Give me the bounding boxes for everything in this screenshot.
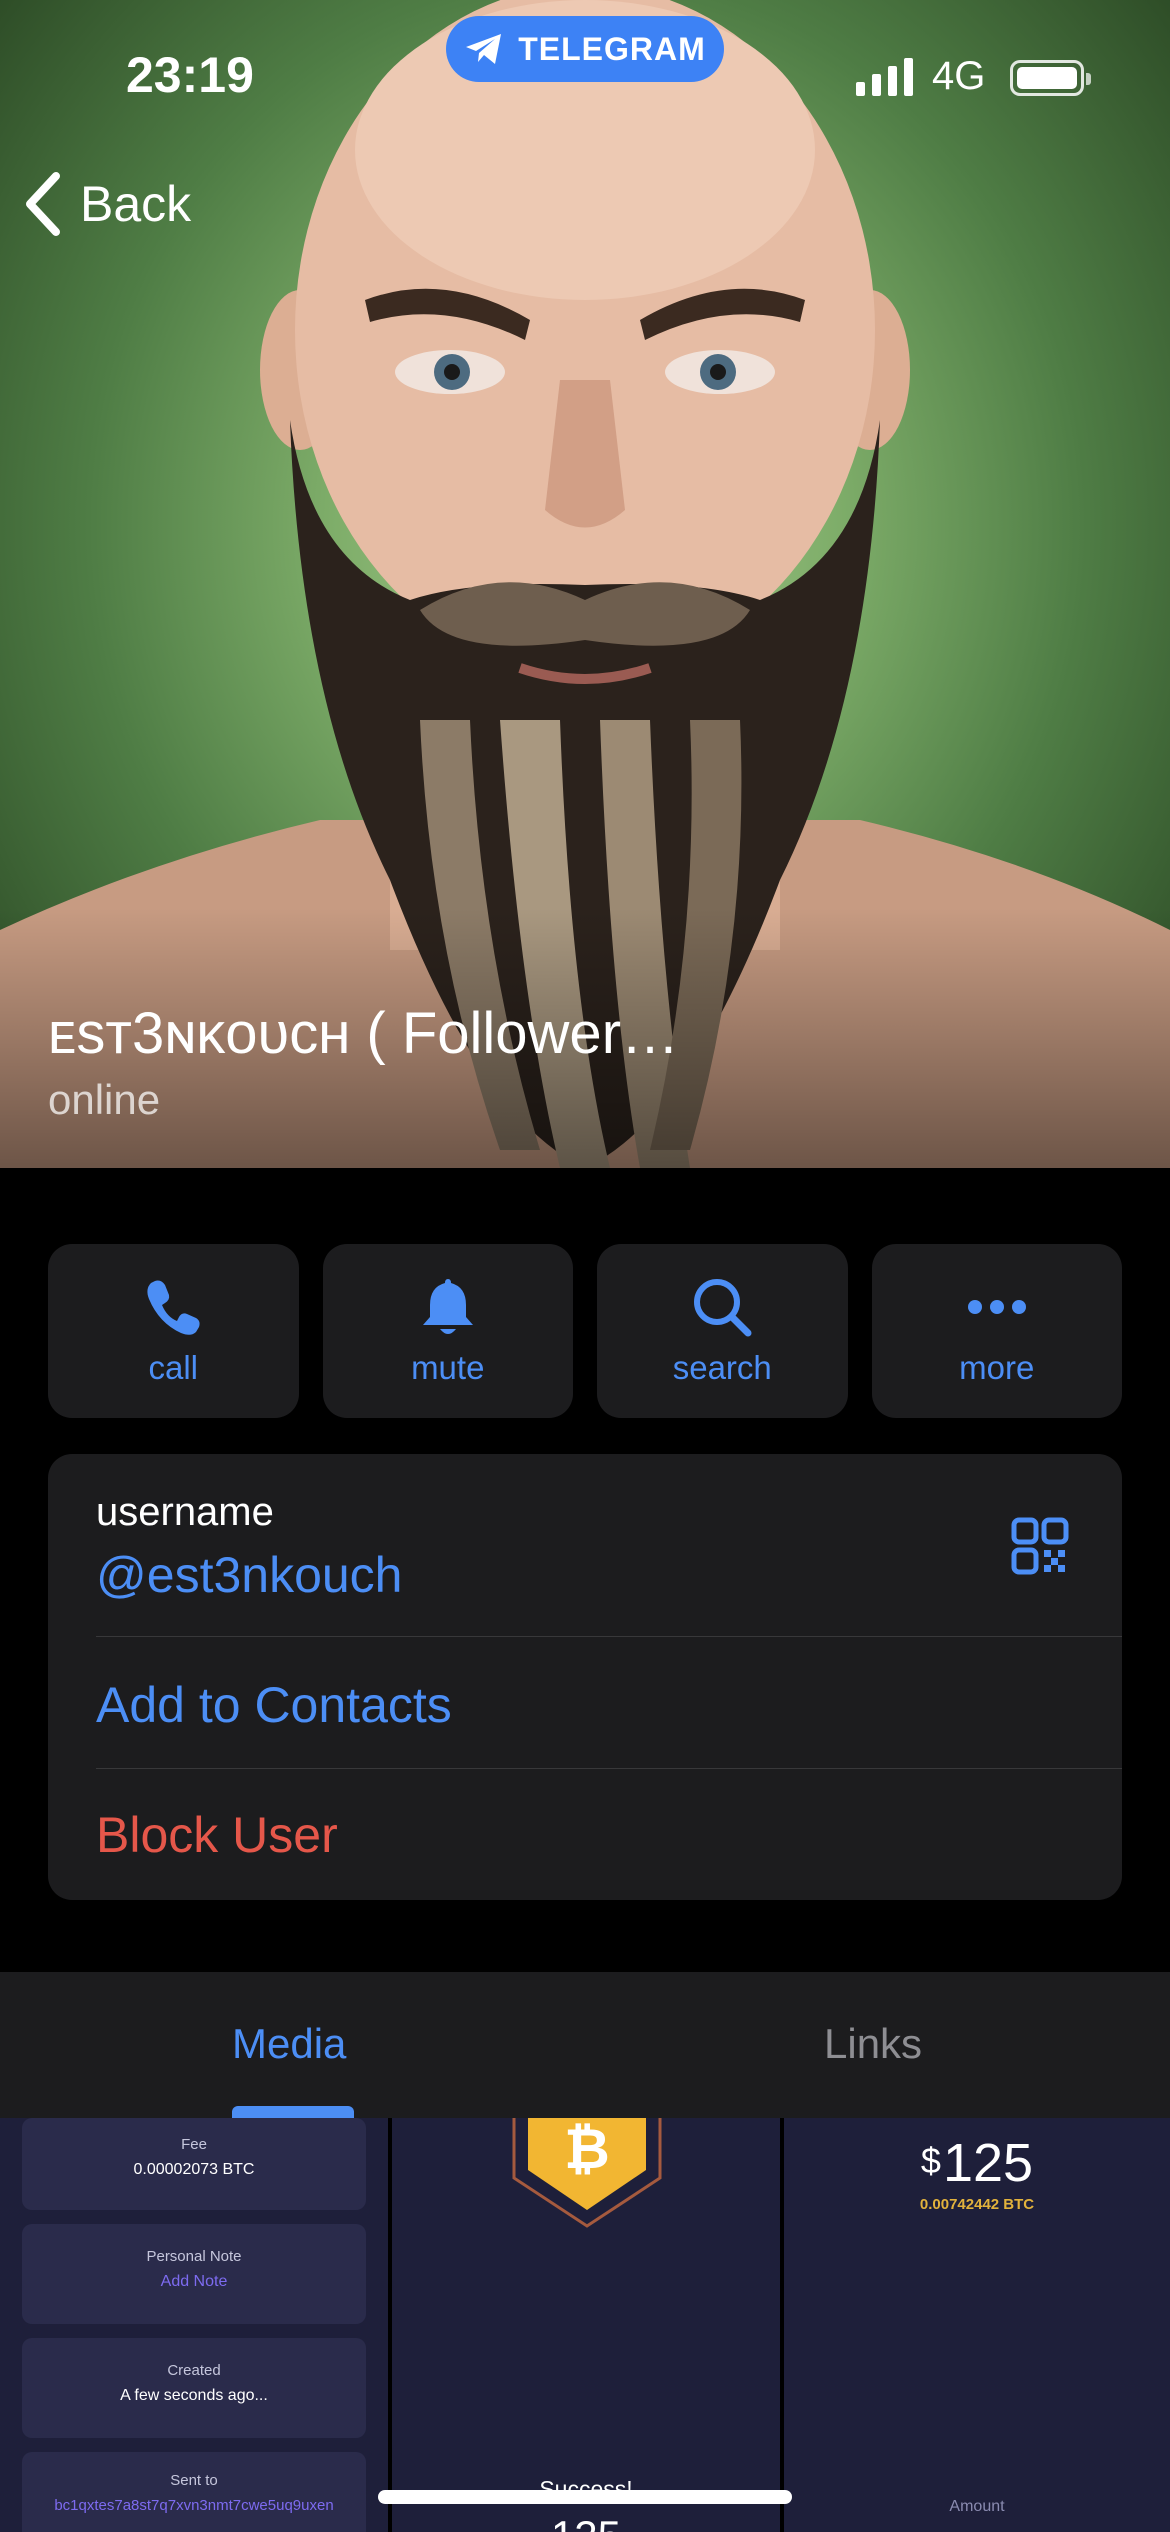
bitcoin-badge-icon: ₿: [512, 2118, 662, 2228]
fee-title: Fee: [181, 2136, 207, 2153]
profile-status: online: [48, 1076, 161, 1123]
mute-button[interactable]: mute: [322, 1244, 573, 1418]
phone-icon: [147, 1280, 200, 1335]
note-value: Add Note: [160, 2273, 228, 2290]
telegram-pill-label: TELEGRAM: [518, 30, 706, 67]
username-label: username: [96, 1490, 274, 1534]
fee-value: 0.00002073 BTC: [133, 2161, 255, 2178]
info-card: username @est3nkouch Add to Contacts Blo…: [48, 1454, 1122, 1900]
tab-media[interactable]: Media: [232, 2020, 346, 2068]
telegram-icon: [466, 34, 502, 64]
search-button[interactable]: search: [597, 1244, 848, 1418]
created-box: Created A few seconds ago...: [22, 2338, 366, 2438]
sent-title: Sent to: [170, 2472, 218, 2489]
note-title: Personal Note: [146, 2248, 242, 2265]
media-thumbnail[interactable]: Fee 0.00002073 BTC Personal Note Add Not…: [0, 2118, 388, 2532]
network-type: 4G: [932, 54, 986, 98]
btc-amount: 0.00742442 BTC: [919, 2196, 1035, 2213]
note-box: Personal Note Add Note: [22, 2224, 366, 2324]
amount-caption: Amount: [949, 2498, 1005, 2515]
status-time: 23:19: [126, 47, 254, 103]
svg-text:₿: ₿: [564, 2118, 610, 2182]
back-button[interactable]: Back: [22, 172, 191, 236]
fee-box: Fee 0.00002073 BTC: [22, 2118, 366, 2210]
usd-amount: $125: [784, 2132, 1170, 2194]
currency-symbol: $: [920, 2140, 941, 2181]
media-grid: Fee 0.00002073 BTC Personal Note Add Not…: [0, 2118, 1170, 2532]
tab-links[interactable]: Links: [824, 2020, 922, 2068]
username-value[interactable]: @est3nkouch: [96, 1546, 403, 1604]
call-button[interactable]: call: [48, 1244, 299, 1418]
telegram-pill[interactable]: TELEGRAM: [446, 16, 724, 82]
more-label: more: [959, 1349, 1035, 1386]
sent-box: Sent to bc1qxtes7a8st7q7xvn3nmt7cwe5uq9u…: [22, 2452, 366, 2532]
block-user-button[interactable]: Block User: [96, 1806, 338, 1864]
sent-value: bc1qxtes7a8st7q7xvn3nmt7cwe5uq9uxen: [54, 2497, 334, 2514]
divider: [96, 1768, 1122, 1769]
bell-icon: [422, 1279, 473, 1334]
media-tabs: Media Links: [0, 1972, 1170, 2118]
created-value: A few seconds ago...: [120, 2387, 268, 2404]
divider: [96, 1636, 1122, 1637]
back-label: Back: [80, 176, 192, 232]
action-bar: call mute search more: [48, 1244, 1122, 1418]
home-indicator[interactable]: [378, 2490, 792, 2504]
signal-icon: [856, 56, 913, 96]
more-dots-icon: [967, 1300, 1026, 1314]
mute-label: mute: [411, 1349, 485, 1386]
chevron-left-icon: [26, 172, 60, 236]
success-amount: 125: [392, 2512, 780, 2532]
search-icon: [694, 1279, 752, 1337]
qr-code-icon[interactable]: [1010, 1516, 1070, 1576]
media-thumbnail[interactable]: $125 0.00742442 BTC Amount: [784, 2118, 1170, 2532]
profile-name: ᴇsᴛ3ɴᴋᴏᴜᴄʜ ( Follower…: [48, 1001, 680, 1066]
media-thumbnail[interactable]: ₿ Success! 125: [392, 2118, 780, 2532]
search-label: search: [672, 1349, 772, 1386]
add-to-contacts-button[interactable]: Add to Contacts: [96, 1676, 452, 1734]
usd-value: 125: [942, 2133, 1034, 2193]
tab-indicator: [232, 2106, 354, 2118]
call-label: call: [148, 1349, 199, 1386]
more-button[interactable]: more: [871, 1244, 1122, 1418]
battery-icon: [1010, 60, 1091, 96]
created-title: Created: [167, 2362, 221, 2379]
